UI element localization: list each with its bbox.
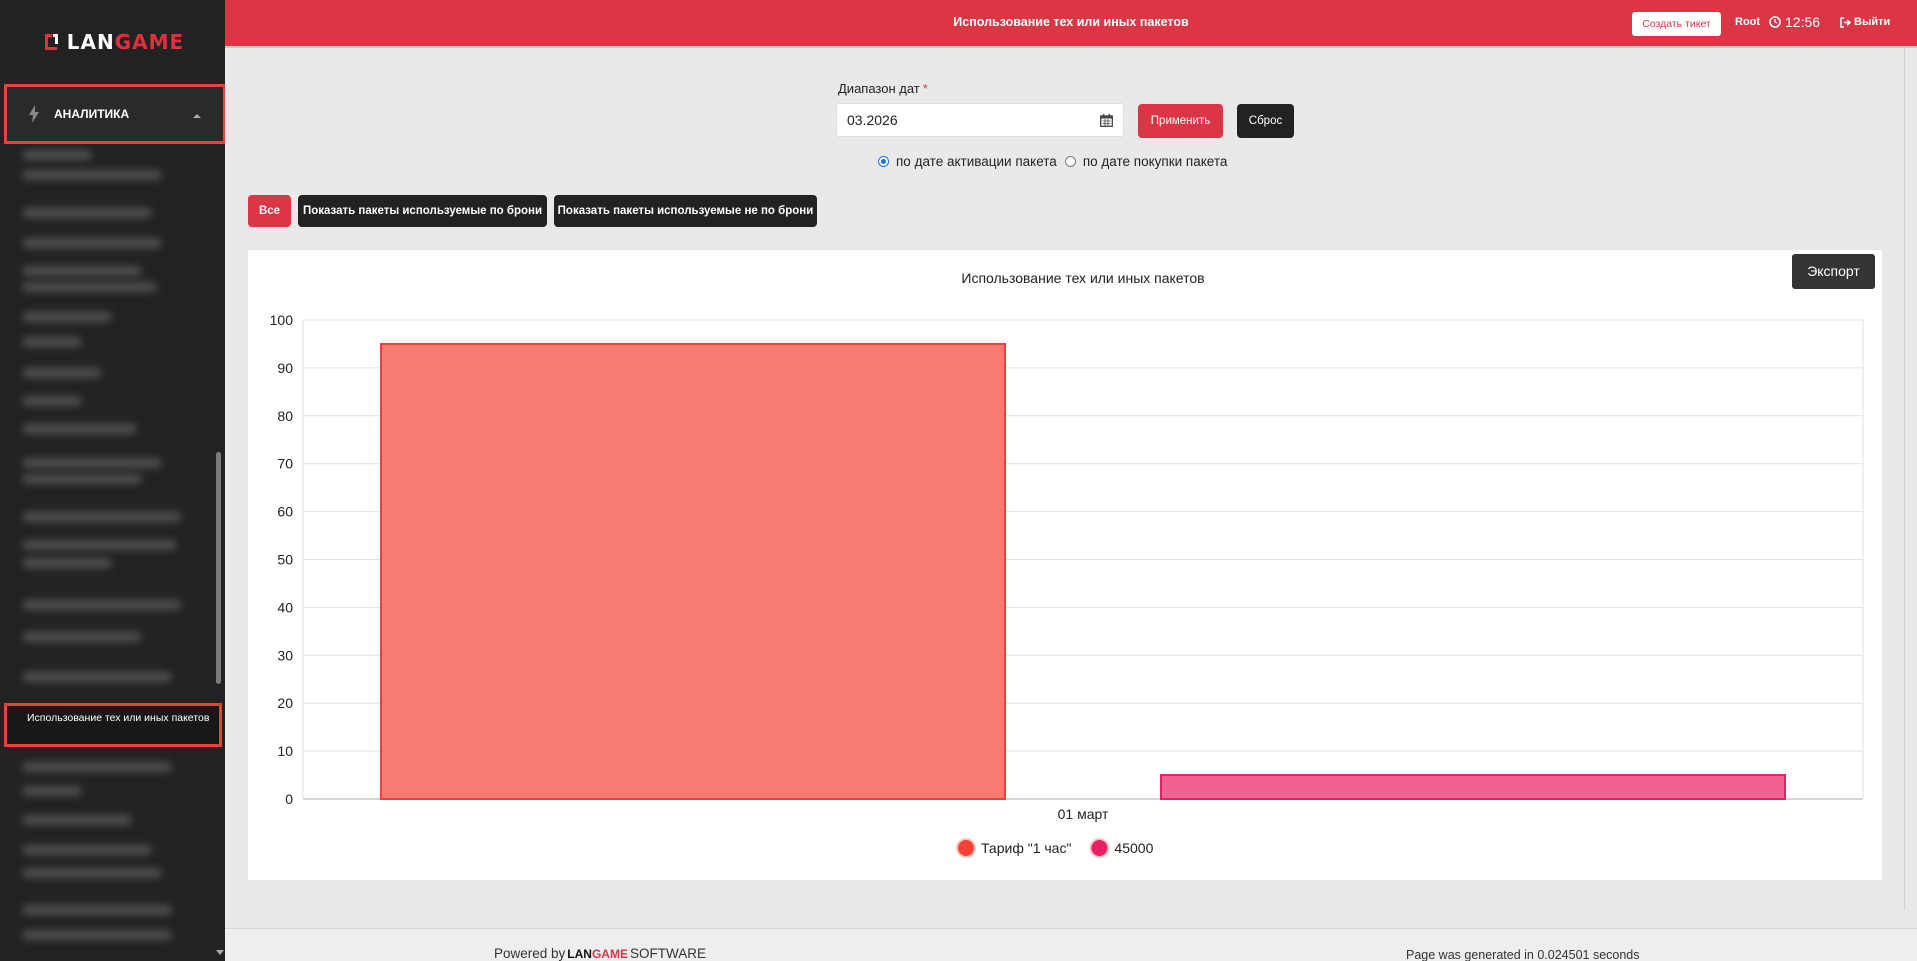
logo-text: LANGAME xyxy=(67,30,184,54)
sidebar-item-blurred[interactable] xyxy=(22,312,112,322)
sidebar-item-blurred[interactable] xyxy=(22,762,172,772)
sidebar-item-blurred[interactable] xyxy=(22,512,182,522)
sidebar-item-blurred[interactable] xyxy=(22,905,172,915)
clock: 12:56 xyxy=(1769,14,1820,30)
sidebar-item-blurred[interactable] xyxy=(22,458,162,468)
date-range-value: 03.2026 xyxy=(847,112,898,128)
y-tick-label: 20 xyxy=(277,695,293,711)
logo-mark-icon xyxy=(44,34,58,50)
y-tick-label: 30 xyxy=(277,647,293,663)
logo[interactable]: LANGAME xyxy=(0,0,225,84)
sidebar-item-blurred[interactable] xyxy=(22,632,142,642)
sidebar-item-blurred[interactable] xyxy=(22,396,82,406)
bar-chart: Использование тех или иных пакетов 0 10 20 3… xyxy=(270,270,1864,858)
date-range-label: Диапазон дат * xyxy=(838,81,928,96)
legend-marker-1 xyxy=(1089,838,1110,858)
sidebar-item-blurred[interactable] xyxy=(22,868,162,878)
radio-activation-date[interactable] xyxy=(878,156,889,167)
y-tick-label: 100 xyxy=(270,312,294,328)
create-ticket-button[interactable]: Создать тикет xyxy=(1632,12,1721,36)
y-tick-label: 80 xyxy=(277,408,293,424)
sidebar-item-blurred[interactable] xyxy=(22,150,92,160)
apply-button[interactable]: Применить xyxy=(1138,104,1223,138)
y-tick-label: 0 xyxy=(285,791,293,807)
page-edge xyxy=(1904,48,1917,910)
y-tick-label: 10 xyxy=(277,743,293,759)
sidebar-scrollbar[interactable] xyxy=(216,452,221,684)
lightning-icon xyxy=(29,105,39,123)
filter-booked-button[interactable]: Показать пакеты используемые по брони xyxy=(298,195,547,227)
legend-label-0: Тариф "1 час" xyxy=(981,840,1071,856)
sidebar-item-blurred[interactable] xyxy=(22,474,142,484)
sidebar-section-analytics[interactable]: АНАЛИТИКА xyxy=(4,84,225,144)
legend-label-1: 45000 xyxy=(1114,840,1153,856)
logout-icon xyxy=(1840,16,1851,28)
bar-0 xyxy=(380,342,1006,800)
sidebar-item-blurred[interactable] xyxy=(22,672,172,682)
date-range-input[interactable]: 03.2026 xyxy=(836,103,1124,137)
y-tick-label: 60 xyxy=(277,504,293,520)
filter-all-button[interactable]: Все xyxy=(248,195,291,227)
clock-icon xyxy=(1769,16,1781,28)
filter-not-booked-button[interactable]: Показать пакеты используемые не по брони xyxy=(554,195,817,227)
x-tick-label: 01 март xyxy=(1058,806,1109,822)
footer-powered-by: Powered by LANGAME SOFTWARE xyxy=(494,946,706,961)
sidebar-item-package-usage[interactable]: Использование тех или иных пакетов xyxy=(4,703,222,747)
chart-title: Использование тех или иных пакетов xyxy=(961,270,1204,286)
sidebar: LANGAME АНАЛИТИКА Использование тех или … xyxy=(0,0,225,961)
footer: Powered by LANGAME SOFTWARE Page was gen… xyxy=(225,928,1917,961)
sidebar-item-blurred[interactable] xyxy=(22,600,182,610)
y-tick-label: 50 xyxy=(277,552,293,568)
top-bar: Использование тех или иных пакетов Созда… xyxy=(225,0,1917,48)
reset-button[interactable]: Сброс xyxy=(1237,104,1294,138)
sidebar-item-blurred[interactable] xyxy=(22,930,172,940)
sidebar-item-blurred[interactable] xyxy=(22,424,137,434)
logo-text-right: GAME xyxy=(114,30,185,54)
clock-time: 12:56 xyxy=(1785,14,1821,30)
logout-label: Выйти xyxy=(1854,16,1891,28)
footer-brand-left: LAN xyxy=(567,946,592,961)
scroll-down-icon[interactable] xyxy=(216,950,224,955)
legend-marker-0 xyxy=(956,838,976,858)
sidebar-item-blurred[interactable] xyxy=(22,266,142,276)
sidebar-item-blurred[interactable] xyxy=(22,540,177,550)
sidebar-section-label: АНАЛИТИКА xyxy=(54,107,130,121)
sidebar-item-blurred[interactable] xyxy=(22,786,82,796)
sidebar-item-blurred[interactable] xyxy=(22,368,102,378)
required-mark: * xyxy=(922,81,928,96)
logo-text-left: LAN xyxy=(66,30,115,54)
date-range-label-text: Диапазон дат xyxy=(838,81,920,96)
sidebar-item-blurred[interactable] xyxy=(22,282,157,292)
page-generated-time: Page was generated in 0.024501 seconds xyxy=(1406,948,1640,961)
radio-activation-date-label[interactable]: по дате активации пакета xyxy=(896,154,1057,169)
sidebar-item-blurred[interactable] xyxy=(22,337,82,347)
y-tick-label: 40 xyxy=(277,599,293,615)
y-tick-label: 90 xyxy=(277,360,293,376)
sidebar-item-blurred[interactable] xyxy=(22,170,162,180)
powered-by-text: Powered by xyxy=(494,946,566,961)
sidebar-item-blurred[interactable] xyxy=(22,208,152,218)
radio-purchase-date[interactable] xyxy=(1064,156,1076,167)
sidebar-item-blurred[interactable] xyxy=(22,815,132,825)
footer-software: SOFTWARE xyxy=(629,946,706,961)
sidebar-item-blurred[interactable] xyxy=(22,558,112,568)
date-mode-radio-group: по дате активации пакета по дате покупки… xyxy=(878,154,1227,169)
logout-button[interactable]: Выйти xyxy=(1840,16,1890,28)
user-name[interactable]: Root xyxy=(1735,16,1760,28)
caret-up-icon xyxy=(193,114,201,118)
export-button[interactable]: Экспорт xyxy=(1792,254,1875,289)
calendar-icon[interactable] xyxy=(1100,114,1113,127)
footer-brand: LANGAME xyxy=(567,947,628,961)
y-tick-label: 70 xyxy=(277,456,293,472)
footer-brand-right: GAME xyxy=(591,946,628,961)
radio-purchase-date-label[interactable]: по дате покупки пакета xyxy=(1083,154,1228,169)
sidebar-item-blurred[interactable] xyxy=(22,845,152,855)
bar-1 xyxy=(1160,774,1786,800)
sidebar-item-blurred[interactable] xyxy=(22,238,162,248)
